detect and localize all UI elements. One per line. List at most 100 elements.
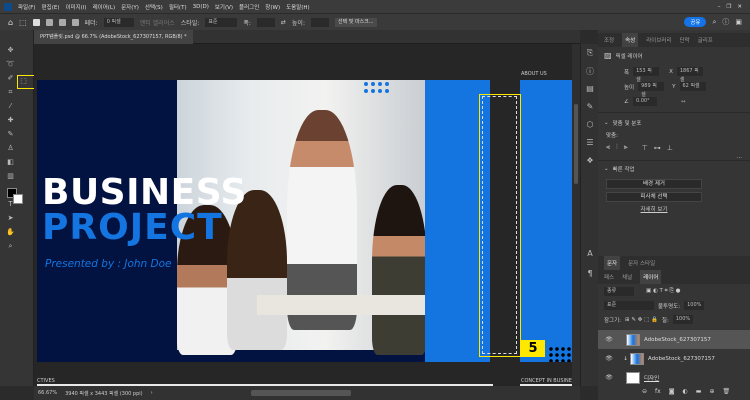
hand-tool-icon[interactable]: ✋ (6, 228, 15, 236)
layer-row[interactable]: 👁 AdobeStock_627307157 (598, 330, 750, 349)
antialias-checkbox[interactable]: 앤티 앨리어스 (140, 18, 175, 27)
fill-field[interactable]: 100% (672, 315, 694, 324)
align-right-icon[interactable]: ⫸ (624, 143, 628, 152)
align-bottom-icon[interactable]: ⊥ (667, 144, 673, 152)
search-icon[interactable]: ⌕ (712, 18, 716, 27)
path-select-icon[interactable]: ➤ (6, 214, 15, 222)
height-input[interactable] (310, 17, 329, 27)
layer-row[interactable]: 👁 디자인 (598, 368, 750, 387)
menu-select[interactable]: 선택(S) (145, 3, 163, 11)
close-icon[interactable]: ✕ (737, 4, 742, 10)
layer-name[interactable]: AdobeStock_627307157 (644, 337, 711, 343)
paragraph-icon[interactable]: ¶ (585, 269, 595, 279)
eye-icon[interactable]: 👁 (602, 336, 616, 343)
tab-glyphs[interactable]: 글리프 (698, 36, 713, 44)
subtract-selection-icon[interactable] (58, 18, 66, 26)
marquee-preset-icon[interactable]: ⬚ (19, 18, 27, 27)
adjustment-layer-icon[interactable]: ◐ (683, 388, 688, 395)
status-arrow-icon[interactable]: › (151, 390, 153, 396)
angle-field[interactable]: 0.00° (632, 97, 657, 106)
link-icon[interactable]: ⊖ (642, 388, 647, 395)
lock-icons[interactable]: ⊞ ✎ ✥ ⬚ 🔒 (625, 317, 658, 323)
width-field[interactable]: 153 픽셀 (633, 67, 660, 83)
folder-icon[interactable]: ▬ (696, 388, 702, 395)
menu-view[interactable]: 보기(V) (215, 3, 233, 11)
align-section[interactable]: ⌄ 맞춤 및 분포 (598, 112, 750, 129)
menu-help[interactable]: 도움말(H) (286, 3, 310, 11)
share-button[interactable]: 공유 (684, 17, 707, 27)
menu-edit[interactable]: 편집(E) (42, 3, 60, 11)
crop-tool-icon[interactable]: ⌗ (6, 88, 15, 96)
layer-name[interactable]: 디자인 (644, 374, 659, 382)
vertical-scrollbar[interactable] (572, 44, 580, 386)
view-more-link[interactable]: 자세히 보기 (606, 205, 702, 213)
align-middle-icon[interactable]: ⊶ (654, 144, 661, 152)
marquee-selection[interactable] (482, 96, 517, 354)
layer-row[interactable]: 👁 ↓ AdobeStock_627307157 (598, 349, 750, 368)
3d-icon[interactable]: ⬡ (585, 120, 595, 130)
fx-icon[interactable]: fx (655, 388, 661, 395)
tab-character-styles[interactable]: 문자 스타일 (628, 259, 655, 267)
eraser-icon[interactable]: ◧ (6, 158, 15, 166)
menu-filter[interactable]: 필터(T) (169, 3, 187, 11)
healing-brush-icon[interactable]: ✚ (6, 116, 15, 124)
lasso-tool-icon[interactable]: ➰ (6, 60, 15, 68)
document-tab[interactable]: PPT템플릿.psd @ 66.7% (AdobeStock_627307157… (34, 30, 193, 44)
tab-paths[interactable]: 패스 (604, 273, 614, 281)
trash-icon[interactable]: 🗑 (722, 388, 730, 395)
horizontal-scrollbar[interactable] (250, 390, 351, 396)
scroll-thumb[interactable] (574, 104, 578, 184)
move-tool-icon[interactable]: ✥ (6, 46, 15, 54)
align-center-icon[interactable]: ⫶ (616, 143, 618, 152)
zoom-level[interactable]: 66.67% (38, 390, 57, 396)
brushes-icon[interactable]: ✎ (585, 102, 595, 112)
tab-channels[interactable]: 채널 (622, 273, 632, 281)
feather-input[interactable]: 0 픽셀 (103, 17, 134, 27)
home-icon[interactable]: ⌂ (8, 18, 13, 27)
tab-layers[interactable]: 레이어 (640, 270, 662, 284)
tab-libraries[interactable]: 라이브러리 (646, 36, 671, 44)
mask-icon[interactable]: ◙ (669, 388, 675, 395)
eyedropper-icon[interactable]: ⁄ (6, 102, 15, 110)
select-subject-button[interactable]: 피사체 선택 (606, 192, 702, 202)
brush-tool-icon[interactable]: ✎ (6, 130, 15, 138)
new-selection-icon[interactable] (32, 18, 40, 26)
canvas-area[interactable]: BUSINESS PROJECT Presented by : John Doe… (34, 44, 572, 387)
menu-3d[interactable]: 3D(D) (193, 4, 209, 10)
quick-actions-section[interactable]: ⌄ 빠른 작업 (598, 160, 750, 177)
eye-icon[interactable]: 👁 (602, 355, 616, 362)
menu-plugins[interactable]: 플러그인 (239, 3, 259, 11)
menu-image[interactable]: 이미지(I) (65, 3, 86, 11)
flip-icon[interactable]: ⇿ (681, 99, 686, 105)
swap-icon[interactable]: ⇄ (281, 19, 286, 26)
object-select-icon[interactable]: ✐ (6, 74, 15, 82)
tab-paragraph[interactable]: 단락 (680, 36, 690, 44)
style-select[interactable]: 표준 (205, 17, 238, 27)
eye-icon[interactable]: 👁 (602, 374, 616, 381)
menu-layer[interactable]: 레이어(L) (93, 3, 116, 11)
info-icon[interactable]: ⓘ (585, 66, 595, 76)
adjustments-icon[interactable]: ☰ (585, 138, 595, 148)
history-icon[interactable]: ⎘ (585, 48, 595, 58)
width-input[interactable] (256, 17, 275, 27)
restore-icon[interactable]: ❐ (726, 4, 731, 10)
layer-name[interactable]: AdobeStock_627307157 (648, 356, 715, 362)
intersect-selection-icon[interactable] (71, 18, 79, 26)
rectangular-marquee-icon[interactable]: ⬚ (19, 77, 28, 85)
tab-adjustments[interactable]: 조정 (604, 36, 614, 44)
opacity-field[interactable]: 100% (684, 301, 705, 310)
x-field[interactable]: 1867 픽셀 (676, 67, 703, 83)
add-selection-icon[interactable] (45, 18, 53, 26)
help-icon[interactable]: ⓘ (722, 17, 729, 27)
tab-properties[interactable]: 속성 (622, 33, 639, 47)
remove-background-button[interactable]: 배경 제거 (606, 179, 702, 189)
zoom-tool-icon[interactable]: ⌕ (6, 242, 15, 250)
menu-file[interactable]: 파일(F) (18, 3, 36, 11)
menu-type[interactable]: 문자(Y) (121, 3, 139, 11)
menu-window[interactable]: 창(W) (265, 3, 280, 11)
about-us-artboard[interactable] (520, 80, 572, 362)
blend-mode-select[interactable]: 표준 (604, 301, 654, 310)
artboard-label-about-us[interactable]: ABOUT US (521, 71, 547, 77)
align-left-icon[interactable]: ⫷ (606, 143, 610, 152)
slide-artboard[interactable]: BUSINESS PROJECT Presented by : John Doe (37, 80, 425, 362)
